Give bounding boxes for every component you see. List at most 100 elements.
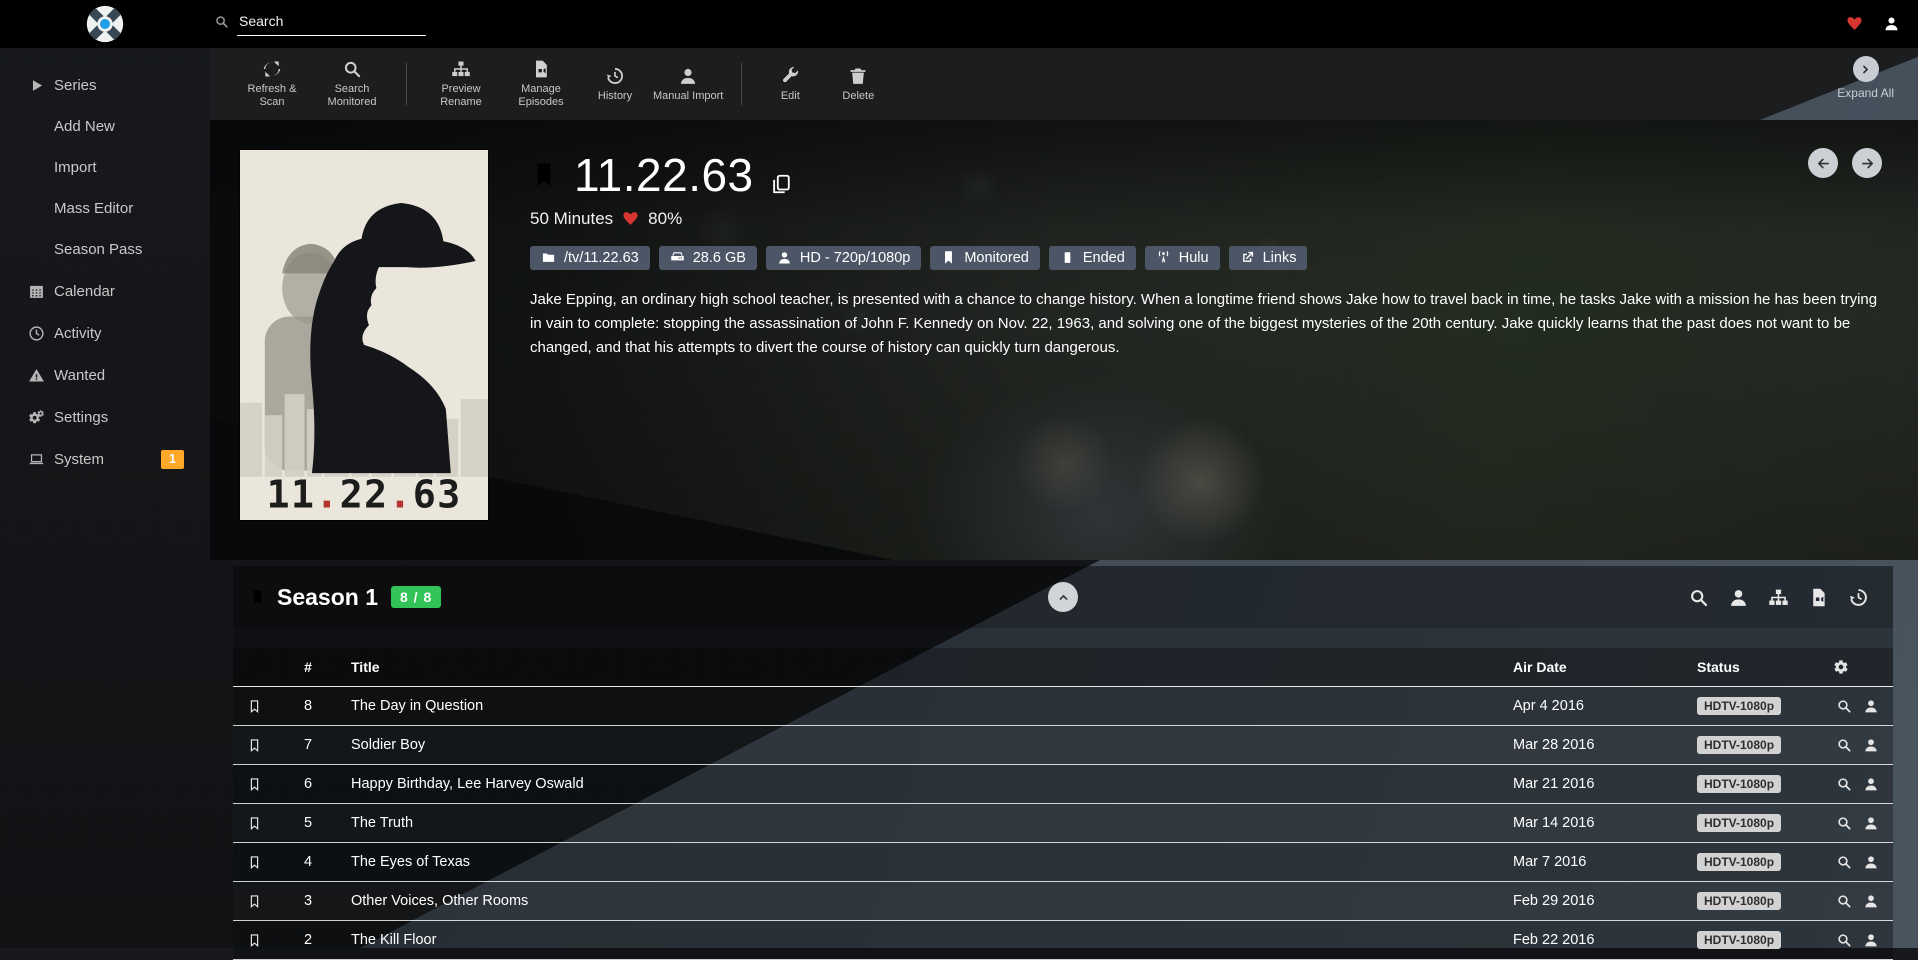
episode-row[interactable]: 8 The Day in Question Apr 4 2016 HDTV-10… <box>233 687 1893 726</box>
sidebar-item[interactable]: Import <box>0 147 210 188</box>
toolbar-button[interactable]: Delete <box>824 66 892 103</box>
episode-row[interactable]: 5 The Truth Mar 14 2016 HDTV-1080p <box>233 804 1893 843</box>
episode-air-date: Apr 4 2016 <box>1513 698 1697 714</box>
episode-title[interactable]: The Truth <box>325 815 1513 831</box>
episode-row[interactable]: 3 Other Voices, Other Rooms Feb 29 2016 … <box>233 882 1893 921</box>
episode-title[interactable]: Happy Birthday, Lee Harvey Oswald <box>325 776 1513 792</box>
sidebar-item[interactable]: Series <box>0 64 210 106</box>
episode-manual-import-icon[interactable] <box>1863 698 1879 714</box>
sonarr-logo[interactable] <box>85 4 125 44</box>
sonarr-logo-icon <box>85 4 125 44</box>
file-video-icon <box>531 59 551 79</box>
sidebar-item[interactable]: Settings <box>0 396 210 438</box>
episode-manual-import-icon[interactable] <box>1863 854 1879 870</box>
episode-manual-import-icon[interactable] <box>1863 893 1879 909</box>
episode-title[interactable]: The Kill Floor <box>325 932 1513 948</box>
episode-search-icon[interactable] <box>1836 776 1852 792</box>
expand-all-button[interactable]: Expand All <box>1837 56 1894 100</box>
column-number[interactable]: # <box>291 659 325 675</box>
search-icon[interactable] <box>1688 587 1709 608</box>
toolbar-button[interactable]: Refresh & Scan <box>232 59 312 108</box>
episode-search-icon[interactable] <box>1836 737 1852 753</box>
episode-row[interactable]: 7 Soldier Boy Mar 28 2016 HDTV-1080p <box>233 726 1893 765</box>
quality-badge: HDTV-1080p <box>1697 775 1781 793</box>
history-icon <box>605 66 625 86</box>
series-info-badge[interactable]: /tv/11.22.63 <box>530 246 650 270</box>
sidebar-item[interactable]: System 1 <box>0 438 210 480</box>
episode-monitored-toggle-icon[interactable] <box>247 893 262 910</box>
column-title[interactable]: Title <box>325 659 1513 675</box>
episode-row[interactable]: 2 The Kill Floor Feb 22 2016 HDTV-1080p <box>233 921 1893 960</box>
series-overview: Jake Epping, an ordinary high school tea… <box>530 288 1878 360</box>
sidebar-item[interactable]: Season Pass <box>0 229 210 270</box>
toolbar-button[interactable]: Preview Rename <box>421 59 501 108</box>
series-info-badge[interactable]: Ended <box>1049 246 1136 270</box>
column-status[interactable]: Status <box>1697 659 1803 675</box>
series-info-badge[interactable]: Links <box>1229 246 1308 270</box>
series-info-badge[interactable]: 28.6 GB <box>659 246 757 270</box>
episode-search-icon[interactable] <box>1836 698 1852 714</box>
episode-number: 3 <box>291 893 325 909</box>
stop-icon <box>1060 250 1075 266</box>
toolbar-button[interactable]: Search Monitored <box>312 59 392 108</box>
episode-row[interactable]: 4 The Eyes of Texas Mar 7 2016 HDTV-1080… <box>233 843 1893 882</box>
donate-heart-icon[interactable] <box>1846 15 1863 33</box>
sidebar-item[interactable]: Calendar <box>0 270 210 312</box>
episode-title[interactable]: Soldier Boy <box>325 737 1513 753</box>
episode-monitored-toggle-icon[interactable] <box>247 698 262 715</box>
toolbar-button[interactable]: Edit <box>756 66 824 103</box>
sitemap-icon[interactable] <box>1768 587 1789 608</box>
sitemap-icon <box>451 59 471 79</box>
next-series-button[interactable] <box>1852 148 1882 178</box>
episode-air-date: Mar 21 2016 <box>1513 776 1697 792</box>
sidebar-item[interactable]: Add New <box>0 106 210 147</box>
previous-series-button[interactable] <box>1808 148 1838 178</box>
series-info-badge-label: Hulu <box>1179 250 1209 266</box>
file-video-icon[interactable] <box>1808 587 1829 608</box>
search-input[interactable] <box>237 9 426 36</box>
toolbar-button[interactable]: History <box>581 66 649 103</box>
episode-row[interactable]: 6 Happy Birthday, Lee Harvey Oswald Mar … <box>233 765 1893 804</box>
table-options-gear-icon[interactable] <box>1833 659 1849 675</box>
episode-search-icon[interactable] <box>1836 932 1852 948</box>
sidebar-item[interactable]: Mass Editor <box>0 188 210 229</box>
episode-title[interactable]: The Day in Question <box>325 698 1513 714</box>
season-monitored-toggle-icon[interactable] <box>249 587 266 608</box>
episode-title[interactable]: The Eyes of Texas <box>325 854 1513 870</box>
gears-icon <box>28 408 45 426</box>
copy-title-icon[interactable] <box>770 173 792 195</box>
episode-monitored-toggle-icon[interactable] <box>247 776 262 793</box>
toolbar-button[interactable]: Manage Episodes <box>501 59 581 108</box>
sidebar-item[interactable]: Activity <box>0 312 210 354</box>
series-info-badge[interactable]: Monitored <box>930 246 1039 270</box>
sidebar-item[interactable]: Wanted <box>0 354 210 396</box>
episode-monitored-toggle-icon[interactable] <box>247 737 262 754</box>
collapse-season-button[interactable] <box>1048 582 1078 612</box>
series-monitored-toggle-icon[interactable] <box>530 158 558 192</box>
episode-monitored-toggle-icon[interactable] <box>247 815 262 832</box>
column-air-date[interactable]: Air Date <box>1513 659 1697 675</box>
episode-manual-import-icon[interactable] <box>1863 932 1879 948</box>
episode-search-icon[interactable] <box>1836 893 1852 909</box>
episode-search-icon[interactable] <box>1836 854 1852 870</box>
series-info-badge[interactable]: Hulu <box>1145 246 1220 270</box>
trash-icon <box>848 66 868 86</box>
episode-search-icon[interactable] <box>1836 815 1852 831</box>
history-icon[interactable] <box>1848 587 1869 608</box>
episode-title[interactable]: Other Voices, Other Rooms <box>325 893 1513 909</box>
episode-monitored-toggle-icon[interactable] <box>247 854 262 871</box>
user-icon[interactable] <box>1728 587 1749 608</box>
episode-manual-import-icon[interactable] <box>1863 776 1879 792</box>
series-info-badge[interactable]: HD - 720p/1080p <box>766 246 921 270</box>
search-icon <box>214 14 229 29</box>
arrow-left-icon <box>1816 156 1831 171</box>
season-spacer <box>233 628 1893 648</box>
toolbar-button[interactable]: Manual Import <box>649 66 727 103</box>
episode-manual-import-icon[interactable] <box>1863 815 1879 831</box>
episode-monitored-toggle-icon[interactable] <box>247 932 262 949</box>
episode-manual-import-icon[interactable] <box>1863 737 1879 753</box>
chevron-right-icon <box>1858 62 1873 77</box>
main-content: Refresh & Scan Search Monitored Preview … <box>210 48 1918 948</box>
user-menu-icon[interactable] <box>1883 15 1900 33</box>
series-poster: 11.22.63 <box>240 150 488 520</box>
